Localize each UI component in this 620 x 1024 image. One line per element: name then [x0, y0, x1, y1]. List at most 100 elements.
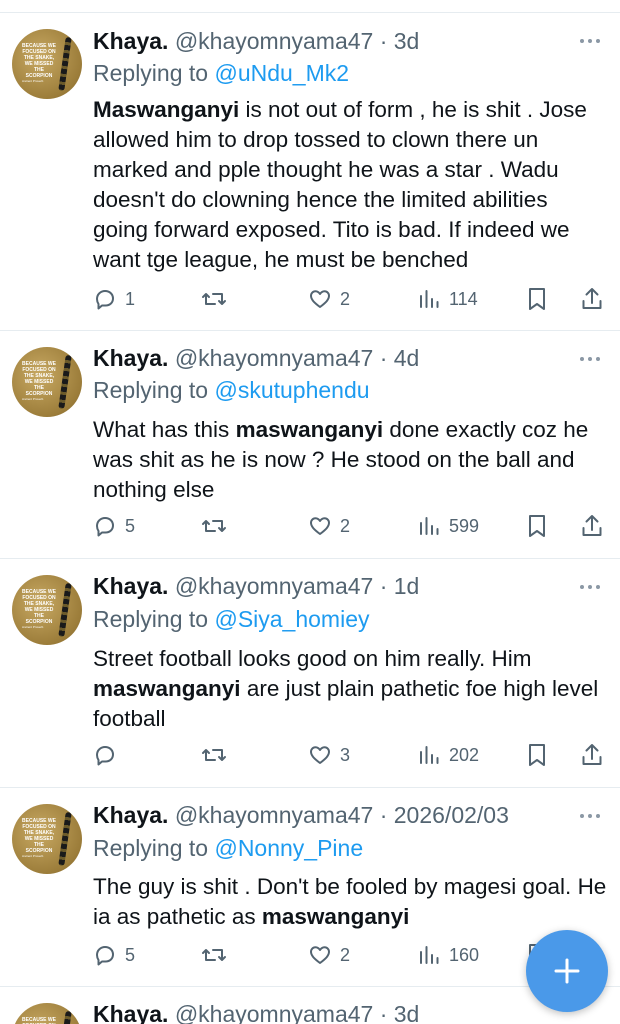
tweet[interactable]: BECAUSE WE FOCUSED ON THE SNAKE, WE MISS…	[0, 13, 620, 331]
display-name[interactable]: Khaya.	[93, 802, 168, 828]
share-button[interactable]	[580, 511, 604, 541]
tweet-header: Khaya. @khayomnyama47 · 3d	[93, 1000, 419, 1024]
like-button[interactable]: 2	[308, 511, 350, 541]
like-count: 3	[340, 744, 351, 765]
mention-link[interactable]: @Nonny_Pine	[214, 835, 363, 861]
tweet-text-bold: maswanganyi	[93, 676, 241, 701]
reply-button[interactable]: 5	[93, 511, 135, 541]
retweet-icon	[202, 749, 226, 761]
views-count: 114	[449, 288, 478, 309]
bookmark-icon	[529, 515, 545, 537]
views-count: 202	[449, 744, 480, 765]
display-name[interactable]: Khaya.	[93, 573, 168, 599]
share-icon	[582, 744, 602, 765]
more-icon[interactable]	[580, 583, 604, 591]
avatar-caption: Ancient Proverb	[22, 397, 44, 401]
reply-count: 5	[125, 515, 136, 536]
tweet-text-segment: Street football looks good on him really…	[93, 646, 532, 671]
tweet[interactable]: BECAUSE WE FOCUSED ON THE SNAKE, WE MISS…	[0, 987, 620, 1024]
tweet-text: Street football looks good on him really…	[93, 644, 608, 734]
snake-graphic	[58, 1010, 72, 1024]
tweet[interactable]: BECAUSE WE FOCUSED ON THE SNAKE, WE MISS…	[0, 331, 620, 559]
retweet-button[interactable]	[201, 740, 235, 770]
tweet-text-segment: What has this	[93, 417, 236, 442]
replying-label: Replying to	[93, 60, 209, 86]
views-button[interactable]: 599	[417, 511, 479, 541]
views-count: 599	[449, 515, 480, 536]
mention-link[interactable]: @uNdu_Mk2	[214, 60, 349, 86]
mention-link[interactable]: @skutuphendu	[214, 377, 369, 403]
more-icon[interactable]	[580, 812, 604, 820]
retweet-icon	[202, 293, 226, 305]
user-handle[interactable]: @khayomnyama47	[175, 1001, 374, 1024]
like-button[interactable]: 2	[308, 284, 350, 314]
reply-count: 5	[125, 944, 136, 965]
bookmark-button[interactable]	[525, 511, 549, 541]
avatar[interactable]: BECAUSE WE FOCUSED ON THE SNAKE, WE MISS…	[12, 804, 82, 874]
reply-icon	[96, 290, 114, 310]
timestamp[interactable]: · 1d	[380, 573, 420, 599]
reply-button[interactable]: 5	[93, 940, 135, 970]
replying-label: Replying to	[93, 835, 209, 861]
views-icon	[420, 746, 439, 764]
reply-button[interactable]: 1	[93, 284, 135, 314]
replying-label: Replying to	[93, 377, 209, 403]
display-name[interactable]: Khaya.	[93, 345, 168, 371]
tweet-header: Khaya. @khayomnyama47 · 4d	[93, 344, 419, 372]
like-count: 2	[340, 515, 351, 536]
heart-icon	[310, 746, 330, 764]
retweet-button[interactable]	[201, 284, 235, 314]
avatar[interactable]: BECAUSE WE FOCUSED ON THE SNAKE, WE MISS…	[12, 575, 82, 645]
timestamp[interactable]: · 3d	[380, 28, 420, 54]
retweet-button[interactable]	[201, 511, 235, 541]
views-button[interactable]: 160	[417, 940, 479, 970]
share-button[interactable]	[580, 740, 604, 770]
tweet-actions: 3 202	[93, 740, 608, 770]
tweet[interactable]: BECAUSE WE FOCUSED ON THE SNAKE, WE MISS…	[0, 559, 620, 788]
views-icon	[420, 290, 439, 308]
timestamp[interactable]: · 3d	[380, 1001, 420, 1024]
display-name[interactable]: Khaya.	[93, 28, 168, 54]
tweet-header: Khaya. @khayomnyama47 · 1d	[93, 572, 419, 600]
replying-to: Replying to @uNdu_Mk2	[93, 59, 349, 87]
avatar[interactable]: BECAUSE WE FOCUSED ON THE SNAKE, WE MISS…	[12, 1003, 82, 1024]
bookmark-button[interactable]	[525, 284, 549, 314]
user-handle[interactable]: @khayomnyama47	[175, 28, 374, 54]
tweet[interactable]: BECAUSE WE FOCUSED ON THE SNAKE, WE MISS…	[0, 788, 620, 987]
share-button[interactable]	[580, 284, 604, 314]
retweet-icon	[202, 520, 226, 532]
avatar-caption: Ancient Proverb	[22, 625, 44, 629]
user-handle[interactable]: @khayomnyama47	[175, 802, 374, 828]
tweet-text: What has this maswanganyi done exactly c…	[93, 415, 608, 505]
timestamp[interactable]: · 2026/02/03	[380, 802, 509, 828]
reply-button[interactable]	[93, 740, 125, 770]
tweet-text-bold: maswanganyi	[235, 417, 384, 442]
bookmark-icon	[529, 288, 545, 310]
timestamp[interactable]: · 4d	[380, 345, 420, 371]
mention-link[interactable]: @Siya_homiey	[214, 606, 369, 632]
compose-button[interactable]	[526, 930, 608, 1012]
like-button[interactable]: 2	[308, 940, 350, 970]
avatar[interactable]: BECAUSE WE FOCUSED ON THE SNAKE, WE MISS…	[12, 347, 82, 417]
views-button[interactable]: 114	[417, 284, 478, 314]
user-handle[interactable]: @khayomnyama47	[175, 345, 374, 371]
tweet-text: Maswanganyi is not out of form , he is s…	[93, 95, 608, 275]
like-button[interactable]: 3	[308, 740, 350, 770]
views-icon	[420, 517, 439, 535]
reply-icon	[96, 517, 114, 537]
more-icon[interactable]	[580, 355, 604, 363]
snake-graphic	[58, 354, 72, 410]
replying-to: Replying to @skutuphendu	[93, 376, 370, 404]
user-handle[interactable]: @khayomnyama47	[175, 573, 374, 599]
views-icon	[420, 946, 439, 964]
display-name[interactable]: Khaya.	[93, 1001, 168, 1024]
bookmark-button[interactable]	[525, 740, 549, 770]
tweet-header: Khaya. @khayomnyama47 · 3d	[93, 27, 419, 55]
more-icon[interactable]	[580, 37, 604, 45]
avatar-text: BECAUSE WE FOCUSED ON THE SNAKE, WE MISS…	[22, 589, 56, 625]
like-count: 2	[340, 288, 351, 309]
tweet-actions: 1 2 114	[93, 284, 608, 314]
retweet-button[interactable]	[201, 940, 235, 970]
views-button[interactable]: 202	[417, 740, 479, 770]
avatar[interactable]: BECAUSE WE FOCUSED ON THE SNAKE, WE MISS…	[12, 29, 82, 99]
